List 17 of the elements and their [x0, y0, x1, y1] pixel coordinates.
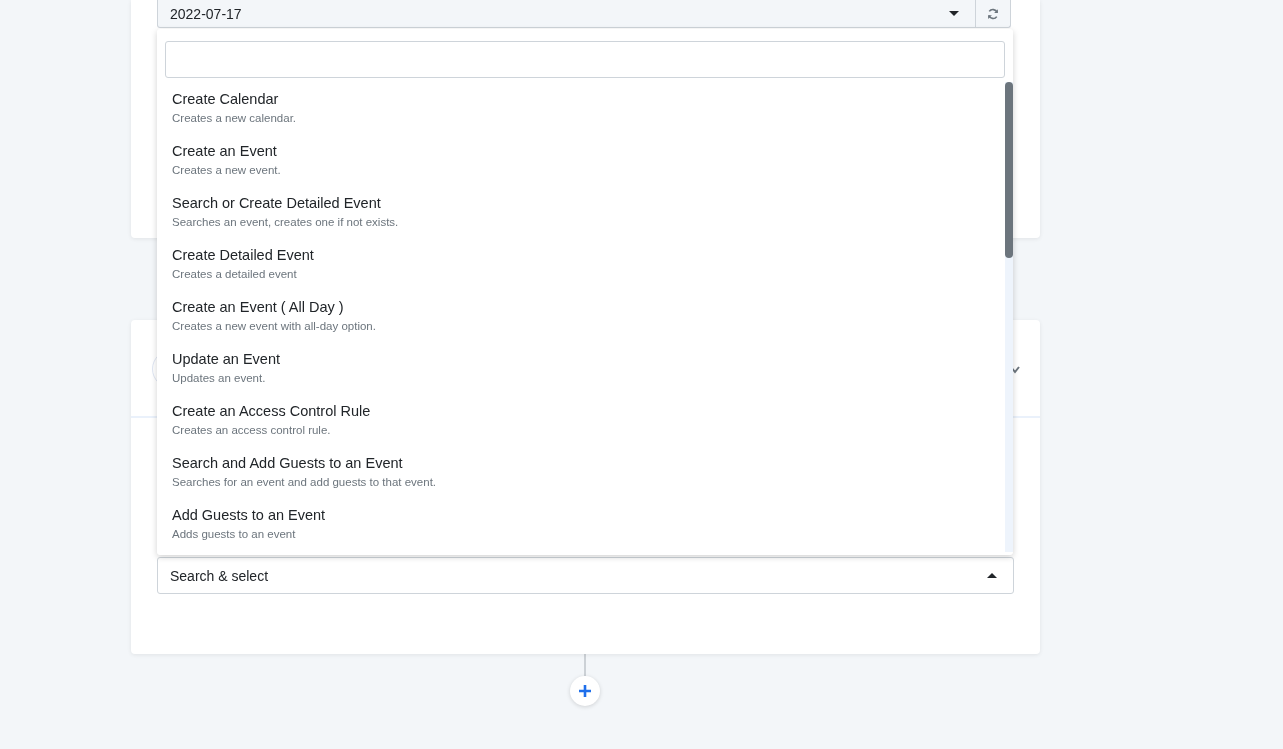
option-item[interactable]: Create Calendar Creates a new calendar. [157, 82, 1005, 134]
search-field[interactable] [165, 41, 1005, 78]
option-item[interactable]: Add Guests to an Event Adds guests to an event [157, 498, 1005, 550]
action-select[interactable]: Search & select [157, 557, 1014, 594]
refresh-button[interactable] [976, 0, 1011, 28]
date-select[interactable]: 2022-07-17 [157, 0, 977, 28]
option-item[interactable]: Search and Add Guests to an Event Searches for an event and add guests to that event. [157, 446, 1005, 498]
add-step-button[interactable] [570, 676, 600, 706]
refresh-icon [987, 7, 999, 20]
option-item[interactable]: Create Detailed Event Creates a detailed event [157, 238, 1005, 290]
option-item[interactable]: Search or Create Detailed Event Searches an event, creates one if not exists. [157, 186, 1005, 238]
option-item[interactable]: Create an Event Creates a new event. [157, 134, 1005, 186]
option-item[interactable]: Create an Access Control Rule Creates an access control rule. [157, 394, 1005, 446]
option-item[interactable]: Update an Event Updates an event. [157, 342, 1005, 394]
option-item[interactable]: Create an Event ( All Day ) Creates a new event with all-day option. [157, 290, 1005, 342]
scrollbar-thumb[interactable] [1005, 82, 1013, 258]
plus-icon [578, 684, 592, 698]
